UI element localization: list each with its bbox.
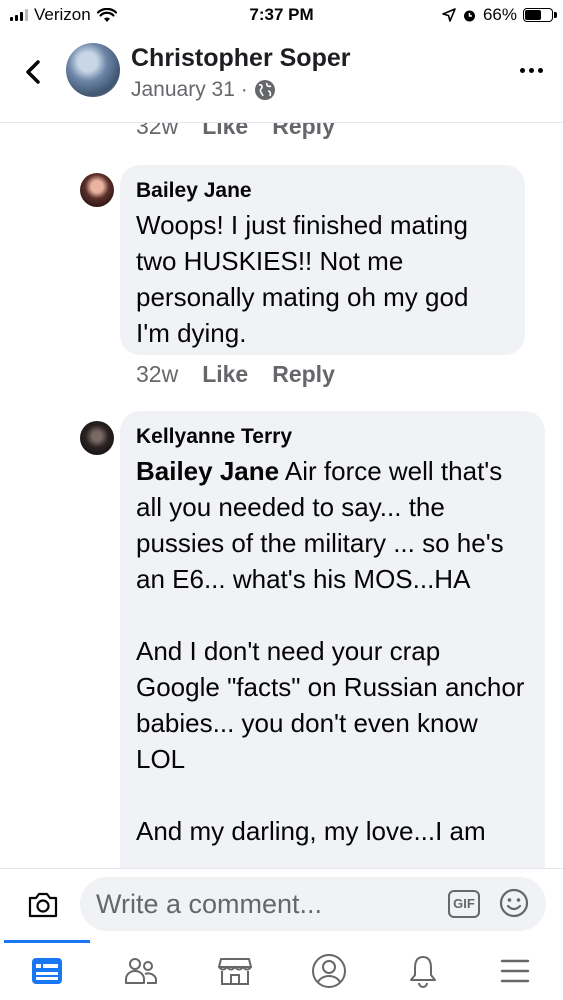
- previous-comment-actions: 32w Like Reply: [136, 123, 335, 140]
- comment-time: 32w: [136, 361, 179, 387]
- globe-icon: [254, 80, 275, 100]
- battery-fill: [525, 10, 542, 20]
- author-name[interactable]: Christopher Soper: [131, 44, 350, 73]
- battery-icon: [523, 8, 557, 22]
- location-icon: [442, 8, 456, 22]
- author-avatar[interactable]: [66, 43, 120, 97]
- notifications-icon: [410, 956, 436, 988]
- like-button[interactable]: Like: [202, 123, 248, 140]
- more-options-button[interactable]: [520, 68, 543, 73]
- tab-marketplace[interactable]: [214, 950, 256, 992]
- avatar[interactable]: [80, 421, 114, 455]
- status-right: 66%: [442, 5, 557, 25]
- comment-actions: 32w Like Reply: [136, 361, 335, 388]
- more-dot: [538, 68, 543, 73]
- post-header: Christopher Soper January 31 ·: [0, 30, 563, 123]
- post-date[interactable]: January 31 ·: [131, 78, 276, 102]
- reply-button[interactable]: Reply: [272, 361, 335, 388]
- smiley-icon[interactable]: [498, 887, 530, 919]
- mention-link[interactable]: Bailey Jane: [136, 456, 279, 486]
- back-button[interactable]: [18, 52, 48, 92]
- comment-input[interactable]: Write a comment... GIF: [80, 877, 546, 931]
- comment-author[interactable]: Bailey Jane: [136, 179, 509, 203]
- post-date-text: January 31 ·: [131, 78, 248, 101]
- tab-profile[interactable]: [308, 950, 350, 992]
- tab-friends[interactable]: [120, 950, 162, 992]
- camera-icon[interactable]: [26, 888, 60, 922]
- news-feed-icon: [32, 958, 62, 984]
- comment-bubble: Kellyanne Terry Bailey Jane Air force we…: [120, 411, 545, 868]
- comment-bubble: Bailey Jane Woops! I just finished matin…: [120, 165, 525, 355]
- active-tab-indicator: [4, 940, 90, 943]
- comment-text: Woops! I just finished mating two HUSKIE…: [136, 210, 476, 348]
- comment-author[interactable]: Kellyanne Terry: [136, 425, 529, 449]
- comment-composer: Write a comment... GIF: [0, 868, 563, 941]
- more-dot: [529, 68, 534, 73]
- alarm-icon: [463, 10, 475, 21]
- comments-feed[interactable]: 32w Like Reply Bailey Jane Woops! I just…: [0, 123, 563, 868]
- avatar[interactable]: [80, 173, 114, 207]
- comment-text: Bailey Jane Air force well that's all yo…: [136, 453, 529, 849]
- comment-time: 32w: [136, 123, 179, 139]
- gif-button[interactable]: GIF: [448, 890, 480, 918]
- menu-icon: [500, 959, 530, 983]
- bottom-tab-bar: [0, 940, 563, 1000]
- chevron-left-icon: [26, 60, 40, 84]
- reply-button[interactable]: Reply: [272, 123, 335, 140]
- status-bar: Verizon 7:37 PM 66%: [0, 0, 563, 30]
- profile-icon: [312, 954, 346, 988]
- friends-icon: [125, 958, 157, 984]
- tab-news-feed[interactable]: [26, 950, 68, 992]
- like-button[interactable]: Like: [202, 361, 248, 388]
- tab-notifications[interactable]: [402, 950, 444, 992]
- more-horizontal-icon: [520, 68, 525, 73]
- tab-menu[interactable]: [494, 950, 536, 992]
- comment-placeholder: Write a comment...: [96, 889, 323, 919]
- marketplace-icon: [218, 958, 252, 985]
- comment-text-body: Air force well that's all you needed to …: [136, 456, 525, 846]
- battery-label: 66%: [482, 5, 517, 24]
